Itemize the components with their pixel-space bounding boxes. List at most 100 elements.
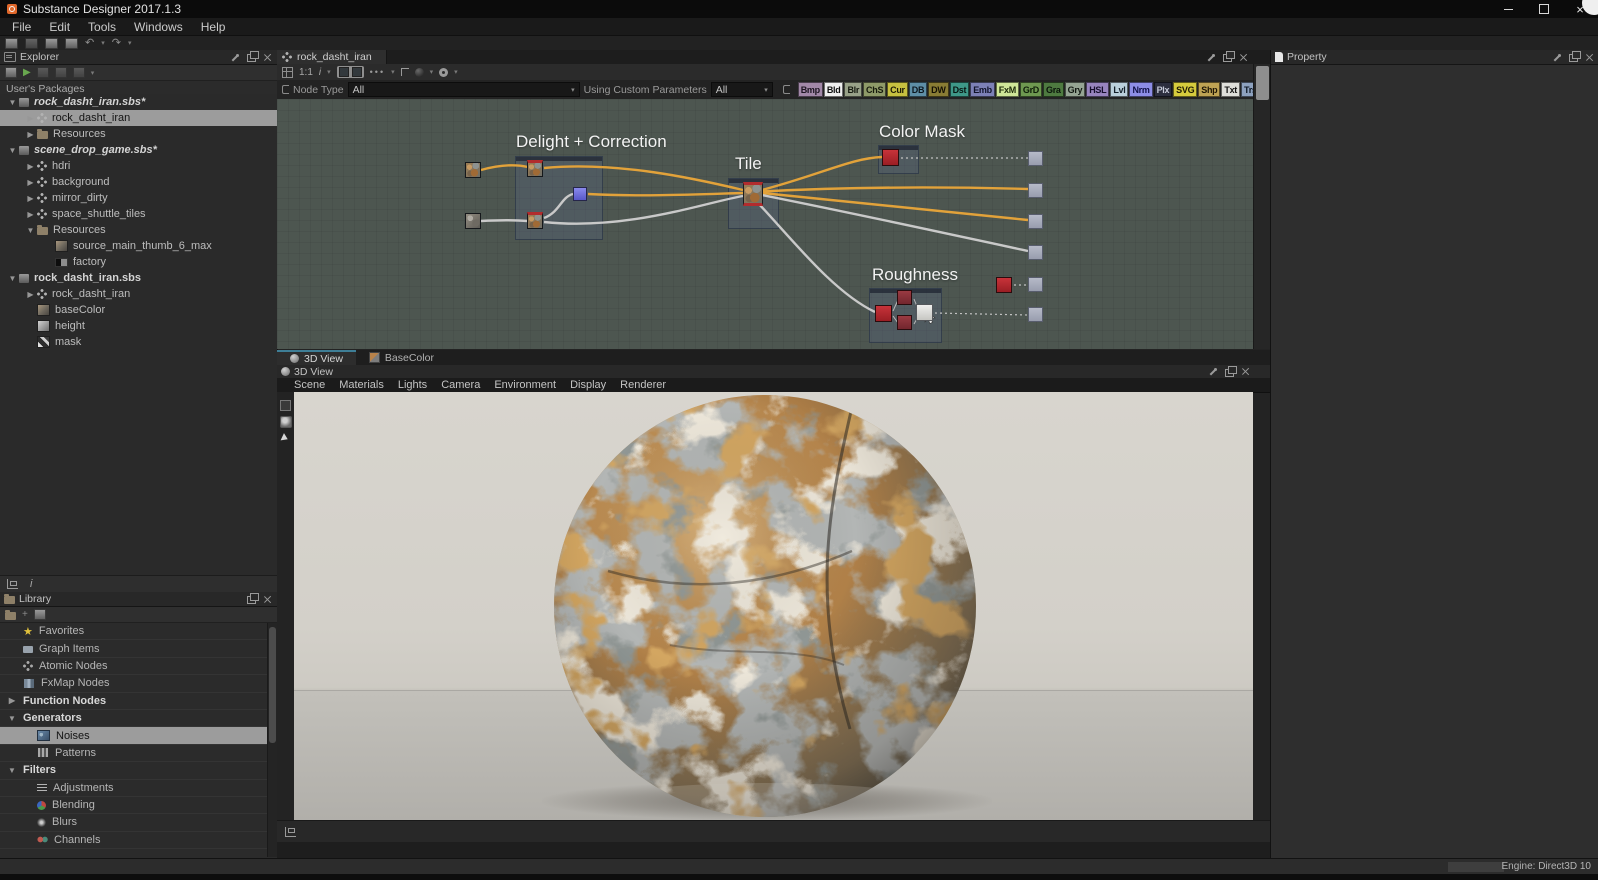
- custom-params-select[interactable]: All▾: [711, 82, 773, 97]
- expander-icon[interactable]: ▼: [7, 766, 17, 775]
- zoom-actual-button[interactable]: 1:1: [299, 67, 313, 78]
- import-icon[interactable]: [65, 38, 78, 49]
- chip-bld[interactable]: Bld: [824, 82, 844, 97]
- menu-file[interactable]: File: [3, 20, 40, 34]
- viewport-3d[interactable]: [294, 392, 1253, 820]
- fit-view-icon[interactable]: [282, 67, 293, 78]
- tree-item-factory[interactable]: factory: [0, 254, 277, 270]
- chip-svg[interactable]: SVG: [1173, 82, 1197, 97]
- chip-cur[interactable]: Cur: [887, 82, 908, 97]
- view-menu-camera[interactable]: Camera: [434, 379, 487, 391]
- expander-icon[interactable]: ▼: [6, 146, 19, 155]
- add-icon[interactable]: +: [22, 609, 28, 620]
- tab-3d-view[interactable]: 3D View: [277, 350, 356, 365]
- expander-icon[interactable]: ▶: [7, 696, 17, 705]
- node-delight-color[interactable]: [527, 160, 543, 177]
- caret-icon[interactable]: ▾: [454, 68, 458, 76]
- new-package-icon[interactable]: [5, 38, 18, 49]
- library-item-graph-items[interactable]: Graph Items: [0, 640, 268, 657]
- chip-db[interactable]: DB: [909, 82, 927, 97]
- output-node-3[interactable]: [1028, 214, 1043, 229]
- tree-item-resources[interactable]: ▶ Resources: [0, 126, 277, 142]
- output-node-2[interactable]: [1028, 183, 1043, 198]
- chip-nrm[interactable]: Nrm: [1129, 82, 1152, 97]
- chip-bmp[interactable]: Bmp: [798, 82, 823, 97]
- tree-item-basecolor[interactable]: baseColor: [0, 302, 277, 318]
- scrollbar-thumb[interactable]: [269, 627, 276, 743]
- expander-icon[interactable]: ▶: [24, 178, 37, 187]
- library-item-patterns[interactable]: Patterns: [0, 745, 268, 762]
- undo-icon[interactable]: ↶: [85, 38, 94, 48]
- close-icon[interactable]: [263, 595, 272, 604]
- caret-icon[interactable]: ▾: [391, 68, 395, 76]
- tool-icon[interactable]: [55, 67, 67, 78]
- pin-icon[interactable]: [1207, 53, 1216, 62]
- chip-dw[interactable]: DW: [928, 82, 948, 97]
- tree-item-background[interactable]: ▶ background: [0, 174, 277, 190]
- undo-caret[interactable]: ▾: [101, 39, 105, 47]
- caret-icon[interactable]: ▾: [430, 68, 434, 76]
- chip-lvl[interactable]: Lvl: [1110, 82, 1128, 97]
- tool-icon[interactable]: [37, 67, 49, 78]
- tree-item-source-main-thumb-6-max[interactable]: source_main_thumb_6_max: [0, 238, 277, 254]
- tree-item-rock-dasht-iran-sbs[interactable]: ▼ rock_dasht_iran.sbs*: [0, 94, 277, 110]
- caret-icon[interactable]: ▾: [327, 68, 331, 76]
- view-menu-materials[interactable]: Materials: [332, 379, 391, 391]
- library-item-channels[interactable]: Channels: [0, 832, 268, 849]
- close-icon[interactable]: [263, 53, 272, 62]
- library-scrollbar[interactable]: [267, 623, 277, 857]
- snapshot-icon[interactable]: [280, 400, 291, 411]
- float-icon[interactable]: [1569, 54, 1578, 62]
- tab-rock-dasht-iran[interactable]: rock_dasht_iran: [277, 50, 387, 64]
- expander-icon[interactable]: ▼: [7, 714, 17, 723]
- close-icon[interactable]: [1241, 367, 1250, 376]
- link-icon[interactable]: [282, 85, 289, 94]
- chip-grd[interactable]: GrD: [1020, 82, 1042, 97]
- graph-tree-icon[interactable]: [7, 579, 18, 589]
- expander-icon[interactable]: ▶: [24, 114, 37, 123]
- tree-item-mirror-dirty[interactable]: ▶ mirror_dirty: [0, 190, 277, 206]
- tree-item-rock-dasht-iran[interactable]: ▶ rock_dasht_iran: [0, 286, 277, 302]
- expander-icon[interactable]: ▶: [24, 290, 37, 299]
- more-options-icon[interactable]: •••: [370, 67, 385, 77]
- node-input-dirt[interactable]: [465, 162, 481, 178]
- tree-item-resources[interactable]: ▼ Resources: [0, 222, 277, 238]
- node-roughness-source[interactable]: [875, 305, 892, 322]
- chip-fxm[interactable]: FxM: [996, 82, 1019, 97]
- library-item-noises[interactable]: Noises: [0, 727, 268, 744]
- camera-sphere-icon[interactable]: [280, 416, 292, 428]
- bake-icon[interactable]: [415, 68, 424, 77]
- node-roughness-blend[interactable]: [916, 304, 933, 321]
- node-roughness-sub-1[interactable]: [897, 290, 912, 305]
- expander-icon[interactable]: ▶: [24, 194, 37, 203]
- output-node-5[interactable]: [1028, 277, 1043, 292]
- display-mode-group[interactable]: [337, 66, 364, 78]
- chip-blr[interactable]: Blr: [844, 82, 862, 97]
- output-node-1[interactable]: [1028, 151, 1043, 166]
- expander-icon[interactable]: ▶: [24, 210, 37, 219]
- tool-icon[interactable]: [73, 67, 85, 78]
- library-item-fxmap-nodes[interactable]: FxMap Nodes: [0, 675, 268, 692]
- node-color-mask[interactable]: [882, 149, 899, 166]
- library-item-filters[interactable]: ▼ Filters: [0, 762, 268, 779]
- library-item-favorites[interactable]: Favorites: [0, 623, 268, 640]
- chip-dst[interactable]: Dst: [950, 82, 970, 97]
- scrollbar-thumb[interactable]: [1256, 66, 1269, 100]
- pin-icon[interactable]: [1209, 367, 1218, 376]
- float-icon[interactable]: [247, 54, 256, 62]
- library-item-blending[interactable]: Blending: [0, 797, 268, 814]
- library-item-adjustments[interactable]: Adjustments: [0, 780, 268, 797]
- chip-chs[interactable]: ChS: [863, 82, 886, 97]
- node-roughness-sub-2[interactable]: [897, 315, 912, 330]
- chip-shp[interactable]: Shp: [1198, 82, 1220, 97]
- maximize-button[interactable]: [1526, 0, 1562, 18]
- tree-item-height[interactable]: height: [0, 318, 277, 334]
- chip-emb[interactable]: Emb: [970, 82, 995, 97]
- node-levels[interactable]: [573, 187, 587, 201]
- output-node-6[interactable]: [1028, 307, 1043, 322]
- info-icon[interactable]: i: [30, 578, 32, 590]
- float-icon[interactable]: [1223, 54, 1232, 62]
- tree-item-hdri[interactable]: ▶ hdri: [0, 158, 277, 174]
- node-delight-gray[interactable]: [527, 212, 543, 229]
- close-icon[interactable]: [1239, 53, 1248, 62]
